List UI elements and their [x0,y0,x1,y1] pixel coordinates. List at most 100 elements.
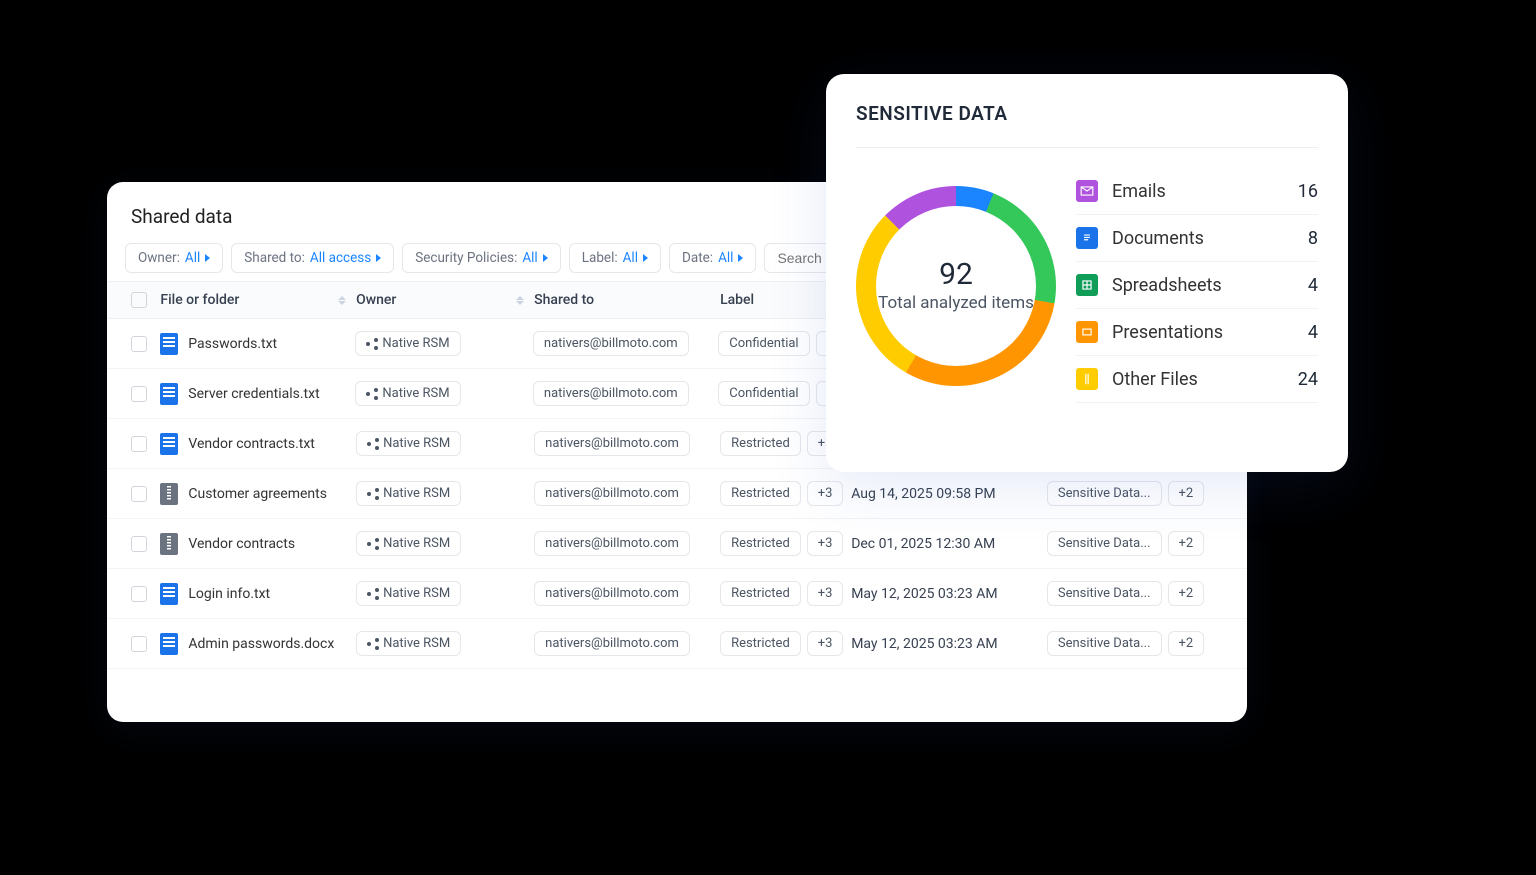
shared-tag[interactable]: nativers@billmoto.com [534,481,690,506]
table-row[interactable]: Customer agreementsNative RSMnativers@bi… [107,469,1247,519]
filter-1[interactable]: Shared to: All access [231,243,394,273]
share-icon [367,438,379,450]
shared-tag[interactable]: nativers@billmoto.com [533,381,689,406]
row-checkbox[interactable] [131,336,147,352]
legend-icon [1076,180,1098,202]
legend-name: Other Files [1112,369,1198,390]
sort-icon [338,296,346,305]
legend-name: Emails [1112,181,1166,202]
label-tag[interactable]: Restricted [720,631,801,656]
policy-tag[interactable]: Sensitive Data... [1047,481,1162,506]
label-tag[interactable]: Restricted [720,581,801,606]
donut-label: Total analyzed items [878,292,1034,314]
row-checkbox[interactable] [131,636,147,652]
row-checkbox[interactable] [131,386,147,402]
row-checkbox[interactable] [131,536,147,552]
caret-right-icon [376,254,381,262]
legend: Emails16Documents8Spreadsheets4Presentat… [1076,168,1318,403]
legend-count: 4 [1308,275,1318,296]
donut-chart: 92 Total analyzed items [856,186,1056,386]
filter-0[interactable]: Owner: All [125,243,223,273]
label-tag[interactable]: Restricted [720,431,801,456]
legend-count: 24 [1298,369,1318,390]
legend-row[interactable]: Documents8 [1076,215,1318,262]
file-name: Admin passwords.docx [188,636,334,652]
policy-extra[interactable]: +2 [1168,581,1205,606]
panel-title: Shared data [131,205,232,228]
table-row[interactable]: Login info.txt Native RSM nativers@billmot… [107,569,1247,619]
owner-tag[interactable]: Native RSM [356,481,461,506]
row-checkbox[interactable] [131,436,147,452]
divider [856,147,1318,148]
share-icon [367,538,379,550]
label-extra[interactable]: +3 [807,531,844,556]
legend-count: 16 [1298,181,1318,202]
owner-tag[interactable]: Native RSM [355,331,460,356]
owner-tag[interactable]: Native RSM [356,531,461,556]
file-icon [160,533,178,555]
file-name: Passwords.txt [188,336,277,352]
card-title: SENSITIVE DATA [856,102,1318,125]
caret-right-icon [738,254,743,262]
col-owner[interactable]: Owner [356,292,534,308]
file-icon [160,383,178,405]
policy-tag[interactable]: Sensitive Data... [1047,581,1162,606]
shared-tag[interactable]: nativers@billmoto.com [534,581,690,606]
label-tag[interactable]: Confidential [718,381,809,406]
legend-name: Documents [1112,228,1204,249]
legend-row[interactable]: Spreadsheets4 [1076,262,1318,309]
table-row[interactable]: Vendor contracts Native RSM nativers@billm… [107,519,1247,569]
policy-tag[interactable]: Sensitive Data... [1047,631,1162,656]
label-tag[interactable]: Restricted [720,481,801,506]
col-shared[interactable]: Shared to [534,292,720,308]
legend-name: Presentations [1112,322,1223,343]
caret-right-icon [643,254,648,262]
owner-tag[interactable]: Native RSM [356,631,461,656]
legend-row[interactable]: Other Files 24 [1076,356,1318,403]
donut-total: 92 [939,257,973,292]
filter-2[interactable]: Security Policies: All [402,243,561,273]
legend-icon [1076,368,1098,390]
legend-icon [1076,227,1098,249]
label-tag[interactable]: Restricted [720,531,801,556]
filter-4[interactable]: Date: All [669,243,756,273]
caret-right-icon [543,254,548,262]
shared-tag[interactable]: nativers@billmoto.com [534,631,690,656]
shared-tag[interactable]: nativers@billmoto.com [534,531,690,556]
date-cell: May 12, 2025 03:23 AM [851,586,1047,602]
label-extra[interactable]: +3 [807,581,844,606]
date-cell: Aug 14, 2025 09:58 PM [851,486,1047,502]
file-name: Vendor contracts [188,536,295,552]
shared-tag[interactable]: nativers@billmoto.com [534,431,690,456]
shared-tag[interactable]: nativers@billmoto.com [533,331,689,356]
policy-tag[interactable]: Sensitive Data... [1047,531,1162,556]
share-icon [367,588,379,600]
owner-tag[interactable]: Native RSM [356,431,461,456]
file-icon [160,333,178,355]
table-row[interactable]: Admin passwords.docx Native RSM nativers@b… [107,619,1247,669]
share-icon [366,338,378,350]
share-icon [366,388,378,400]
file-icon [160,633,178,655]
owner-tag[interactable]: Native RSM [355,381,460,406]
legend-icon [1076,274,1098,296]
col-file[interactable]: File or folder [160,292,356,308]
legend-row[interactable]: Presentations4 [1076,309,1318,356]
policy-extra[interactable]: +2 [1168,531,1205,556]
policy-extra[interactable]: +2 [1168,481,1205,506]
label-extra[interactable]: +3 [807,631,844,656]
owner-tag[interactable]: Native RSM [356,581,461,606]
file-name: Server credentials.txt [188,386,319,402]
label-tag[interactable]: Confidential [718,331,809,356]
row-checkbox[interactable] [131,586,147,602]
file-name: Login info.txt [188,586,270,602]
select-all-checkbox[interactable] [131,292,147,308]
label-extra[interactable]: +3 [807,481,844,506]
filter-3[interactable]: Label: All [569,243,661,273]
date-cell: May 12, 2025 03:23 AM [851,636,1047,652]
policy-extra[interactable]: +2 [1168,631,1205,656]
file-icon [160,483,178,505]
row-checkbox[interactable] [131,486,147,502]
legend-row[interactable]: Emails 16 [1076,168,1318,215]
legend-icon [1076,321,1098,343]
